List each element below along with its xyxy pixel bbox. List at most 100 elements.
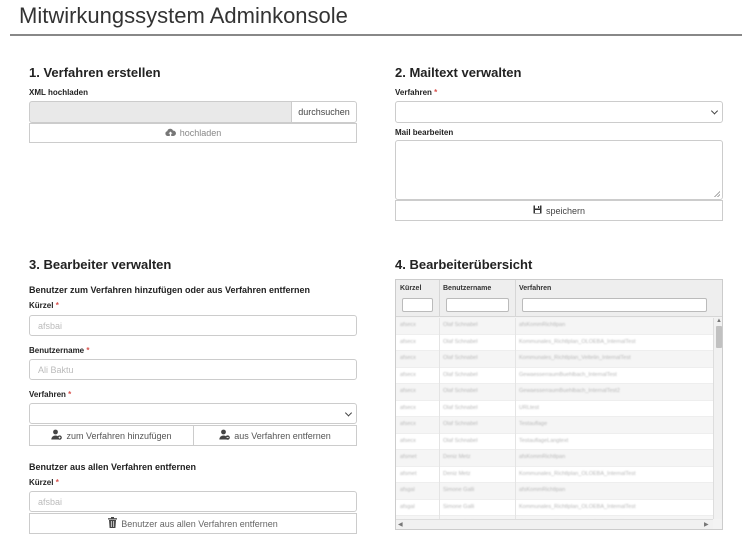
table-cell: Simone Galli xyxy=(443,503,475,510)
table-header: Kürzel Benutzername Verfahren xyxy=(396,280,722,317)
table-cell: afsecx xyxy=(400,338,416,345)
table-cell: afsecx xyxy=(400,421,416,427)
table-cell: Kommunales_Richtlplan_OLOEBA_InternalTes… xyxy=(519,338,636,345)
table-cell: Olaf Schnabel xyxy=(443,322,478,328)
table-cell: Olaf Schnabel xyxy=(443,437,478,444)
table-cell: Olaf Schnabel xyxy=(443,355,478,361)
add-to-verfahren-label: zum Verfahren hinzufügen xyxy=(66,430,172,441)
table-cell: Testauflage xyxy=(519,421,548,427)
table-cell: Deniz Metz xyxy=(443,454,471,460)
benutzername-input[interactable]: Ali Baktu xyxy=(29,359,357,380)
mail-text-area[interactable] xyxy=(395,140,723,200)
table-row[interactable]: afsecx Olaf Schnabel Kommunales_Richtlplan… xyxy=(396,335,713,351)
verfahren-select[interactable] xyxy=(29,403,357,424)
remove-from-verfahren-button[interactable]: aus Verfahren entfernen xyxy=(193,425,357,446)
horizontal-scrollbar[interactable]: ◀ ▶ xyxy=(396,519,713,529)
table-cell: Simone Galli xyxy=(443,487,475,493)
table-cell: afsecx xyxy=(400,322,416,328)
trash-icon xyxy=(108,517,118,530)
browse-button[interactable]: durchsuchen xyxy=(291,101,357,123)
kuerzel-input[interactable]: afsbai xyxy=(29,315,357,336)
column-header-kuerzel[interactable]: Kürzel xyxy=(400,285,421,292)
mail-verfahren-select[interactable] xyxy=(395,101,723,123)
bearbeiter-table: Kürzel Benutzername Verfahren afsgal Simo… xyxy=(395,279,723,530)
add-remove-subheading: Benutzer zum Verfahren hinzufügen oder a… xyxy=(29,285,311,295)
vertical-scroll-thumb[interactable] xyxy=(716,326,722,348)
table-cell: Olaf Schnabel xyxy=(443,338,478,345)
filter-verfahren-input[interactable] xyxy=(522,298,707,312)
remove-all-subheading: Benutzer aus allen Verfahren entfernen xyxy=(29,462,197,472)
upload-button[interactable]: hochladen xyxy=(29,123,357,143)
table-cell: afsmet xyxy=(400,470,417,477)
table-cell: Olaf Schnabel xyxy=(443,404,478,411)
table-cell: GewaesserraumBuehlbach_InternalTest2 xyxy=(519,388,620,394)
table-row[interactable]: afsmet Deniz Metz Kommunales_Richtlplan_OL… xyxy=(396,467,713,483)
chevron-down-icon xyxy=(344,408,353,417)
table-cell: URLtest xyxy=(519,404,539,411)
mail-verfahren-label: Verfahren * xyxy=(395,88,438,97)
table-cell: Olaf Schnabel xyxy=(443,421,478,427)
filter-kuerzel-input[interactable] xyxy=(402,298,433,312)
section1-heading: 1. Verfahren erstellen xyxy=(29,65,161,80)
table-row[interactable]: afsecx Olaf Schnabel afsKommRichtlpan xyxy=(396,318,713,335)
floppy-disk-icon xyxy=(533,205,542,216)
table-cell: afsKommRichtlpan xyxy=(519,454,566,460)
save-mail-button[interactable]: speichern xyxy=(395,200,723,221)
upload-button-label: hochladen xyxy=(179,128,222,138)
table-row[interactable]: afsgal Simone Galli afsKommRichtlpan xyxy=(396,483,713,500)
table-cell: Kommunales_Richtlplan_OLOEBA_InternalTes… xyxy=(519,503,636,510)
cloud-upload-icon xyxy=(165,128,176,139)
resize-grip-icon[interactable] xyxy=(714,191,720,197)
table-row[interactable]: afsecx Olaf Schnabel URLtest xyxy=(396,401,713,417)
kuerzel2-input[interactable]: afsbai xyxy=(29,491,357,512)
benutzername-label: Benutzername * xyxy=(29,346,90,355)
table-cell: afsKommRichtlpan xyxy=(519,322,566,328)
browse-button-label: durchsuchen xyxy=(298,107,350,117)
table-cell: afsgal xyxy=(400,487,415,493)
table-cell: afsmet xyxy=(400,454,417,460)
table-row[interactable]: afsecx Olaf Schnabel GewaesserraumBuehlbac… xyxy=(396,368,713,384)
section4-heading: 4. Bearbeiterübersicht xyxy=(395,257,533,272)
remove-from-all-button[interactable]: Benutzer aus allen Verfahren entfernen xyxy=(29,513,357,534)
kuerzel2-label: Kürzel * xyxy=(29,478,59,487)
table-cell: Olaf Schnabel xyxy=(443,371,478,378)
remove-from-verfahren-label: aus Verfahren entfernen xyxy=(234,430,331,441)
filter-benutzername-input[interactable] xyxy=(446,298,509,312)
add-to-verfahren-button[interactable]: zum Verfahren hinzufügen xyxy=(29,425,194,446)
page-title: Mitwirkungssystem Adminkonsole xyxy=(19,3,348,28)
table-cell: afsgal xyxy=(400,503,415,510)
column-header-verfahren[interactable]: Verfahren xyxy=(519,285,551,292)
table-cell: TestauflageLangtext xyxy=(519,437,569,444)
table-row[interactable]: afsmet Deniz Metz afsKommRichtlpan xyxy=(396,450,713,467)
table-cell: afsKommRichtlpan xyxy=(519,487,566,493)
table-cell: afsecx xyxy=(400,404,416,411)
scroll-left-icon[interactable]: ◀ xyxy=(398,521,403,528)
table-row[interactable]: afsecx Olaf Schnabel Kommunales_Richtlplan… xyxy=(396,351,713,368)
table-row[interactable]: afsecx Olaf Schnabel GewaesserraumBuehlbac… xyxy=(396,384,713,401)
title-divider xyxy=(10,34,742,36)
xml-upload-label: XML hochladen xyxy=(29,88,88,97)
table-cell: afsecx xyxy=(400,371,416,378)
section2-heading: 2. Mailtext verwalten xyxy=(395,65,522,80)
vertical-scrollbar[interactable]: ▲ xyxy=(713,318,722,519)
table-body: afsgal Simone Galli Kommunales_Richtlplan_… xyxy=(396,318,713,519)
remove-from-all-label: Benutzer aus allen Verfahren entfernen xyxy=(121,518,278,529)
table-row[interactable]: afsgal Simone Galli Kommunales_Richtlplan_… xyxy=(396,500,713,516)
scroll-right-icon[interactable]: ▶ xyxy=(704,521,709,528)
table-cell: Deniz Metz xyxy=(443,470,471,477)
table-cell: Olaf Schnabel xyxy=(443,388,478,394)
user-remove-icon xyxy=(219,429,231,442)
table-cell: Kommunales_Richtlplan_OLOEBA_InternalTes… xyxy=(519,470,636,477)
scroll-up-icon[interactable]: ▲ xyxy=(716,318,722,324)
user-add-icon xyxy=(51,429,63,442)
file-path-field[interactable] xyxy=(29,101,292,123)
table-cell: afsecx xyxy=(400,437,416,444)
table-cell: Kommunales_Richtlplan_Veltelin_InternalT… xyxy=(519,355,631,361)
table-row[interactable]: afsecx Olaf Schnabel Testauflage xyxy=(396,417,713,434)
table-cell: afsecx xyxy=(400,388,416,394)
table-cell: afsecx xyxy=(400,355,416,361)
chevron-down-icon xyxy=(710,107,719,115)
kuerzel-label: Kürzel * xyxy=(29,301,59,310)
column-header-benutzername[interactable]: Benutzername xyxy=(443,285,491,292)
table-row[interactable]: afsecx Olaf Schnabel TestauflageLangtext xyxy=(396,434,713,450)
